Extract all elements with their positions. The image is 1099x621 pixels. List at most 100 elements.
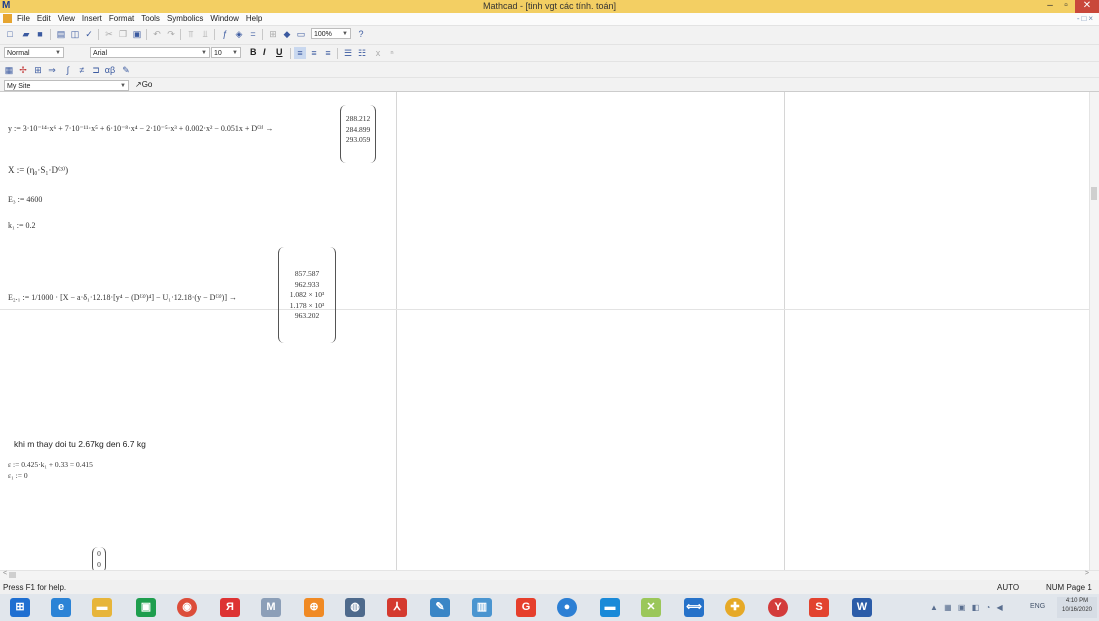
greek-icon[interactable]: αβ [104, 64, 116, 76]
scroll-thumb[interactable] [1091, 187, 1097, 200]
align-bottom-icon[interactable]: ⫫ [199, 28, 211, 40]
paste-icon[interactable]: ▣ [131, 28, 143, 40]
system-tray-icons[interactable]: ▲ ▦ ▣ ◧ ◔ ◀ [930, 603, 1005, 612]
menu-window[interactable]: Window [210, 14, 238, 23]
x-definition[interactable]: X := (η₀·S₁·D⁽³⁾) [8, 165, 68, 176]
copy-icon[interactable]: ❐ [117, 28, 129, 40]
zoom-select[interactable]: 100% ▼ [311, 28, 351, 39]
horizontal-scrollbar[interactable]: < > [0, 570, 1099, 580]
align-top-icon[interactable]: ⫪ [185, 28, 197, 40]
app-icon[interactable]: ◍ [345, 598, 365, 617]
numbered-list-icon[interactable]: ☷ [356, 47, 368, 59]
g-app-icon[interactable]: G [516, 598, 536, 617]
programming-icon[interactable]: ⊐ [90, 64, 102, 76]
menu-help[interactable]: Help [246, 14, 262, 23]
vector-cell: 963.202 [294, 311, 320, 320]
new-document-icon[interactable]: □ [4, 28, 16, 40]
scroll-right-icon[interactable]: > [1085, 570, 1089, 577]
vertical-scrollbar[interactable] [1089, 92, 1099, 571]
coccoc-icon[interactable]: Y [768, 598, 788, 617]
underline-button[interactable]: U [276, 47, 283, 57]
boolean-icon[interactable]: ≠ [76, 64, 88, 76]
epsilon-equation[interactable]: ε := 0.425·k₁ + 0.33 = 0.415 [8, 460, 93, 469]
align-right-icon[interactable]: ≡ [322, 47, 334, 59]
calculus-icon[interactable]: ∫ [62, 64, 74, 76]
matrix-icon[interactable]: ⊞ [32, 64, 44, 76]
print-preview-icon[interactable]: ◫ [69, 28, 81, 40]
save-icon[interactable]: ■ [34, 28, 46, 40]
scroll-thumb[interactable] [9, 572, 16, 578]
video-call-icon[interactable]: ▬ [600, 598, 620, 617]
align-center-icon[interactable]: ≡ [308, 47, 320, 59]
font-select[interactable]: Arial ▼ [90, 47, 210, 58]
document-icon[interactable]: ▥ [472, 598, 492, 617]
italic-button[interactable]: I [263, 47, 266, 57]
math-toolbar: ▦ ✢ ⊞ ⇒ ∫ ≠ ⊐ αβ ✎ [0, 61, 1099, 77]
scroll-left-icon[interactable]: < [3, 570, 7, 577]
s-app-icon[interactable]: S [809, 598, 829, 617]
internet-explorer-icon[interactable]: e [51, 598, 71, 617]
y-equation[interactable]: y := 3·10⁻¹⁴·x⁶ + 7·10⁻¹¹·x⁵ + 6·10⁻⁸·x⁴… [8, 124, 274, 133]
document-icon[interactable] [3, 14, 12, 23]
menu-file[interactable]: File [17, 14, 30, 23]
text-region-note[interactable]: khi m thay doi tu 2.67kg den 6.7 kg [14, 439, 146, 449]
menu-tools[interactable]: Tools [141, 14, 160, 23]
start-icon[interactable]: ⊞ [10, 598, 30, 617]
app-icon[interactable]: ● [557, 598, 577, 617]
app-icon[interactable]: ⊕ [304, 598, 324, 617]
menu-format[interactable]: Format [109, 14, 134, 23]
close-button[interactable]: ✕ [1075, 0, 1099, 13]
evaluation-icon[interactable]: ⇒ [46, 64, 58, 76]
menu-insert[interactable]: Insert [82, 14, 102, 23]
font-size-select[interactable]: 10 ▼ [211, 47, 241, 58]
insert-function-icon[interactable]: ƒ [219, 28, 231, 40]
calculator-icon[interactable]: ▦ [3, 64, 15, 76]
align-left-icon[interactable]: ≡ [294, 47, 306, 59]
site-select[interactable]: My Site ▼ [4, 80, 129, 91]
resource-center-icon[interactable]: ▭ [295, 28, 307, 40]
store-icon[interactable]: ▣ [136, 598, 156, 617]
mathcad-icon[interactable]: M [261, 598, 281, 617]
cut-icon[interactable]: ✂ [103, 28, 115, 40]
insert-hyperlink-icon[interactable]: ⊞ [267, 28, 279, 40]
maximize-button[interactable]: ▫ [1057, 0, 1075, 13]
style-select[interactable]: Normal ▼ [4, 47, 64, 58]
clock[interactable]: 4:10 PM 10/16/2020 [1057, 597, 1097, 618]
symbolic-icon[interactable]: ✎ [120, 64, 132, 76]
undo-icon[interactable]: ↶ [151, 28, 163, 40]
e3-definition[interactable]: E₃ := 4600 [8, 195, 42, 204]
redo-icon[interactable]: ↷ [165, 28, 177, 40]
graph-icon[interactable]: ✢ [17, 64, 29, 76]
menu-symbolics[interactable]: Symbolics [167, 14, 203, 23]
superscript-icon[interactable]: ⁿ [386, 47, 398, 59]
teamviewer-icon[interactable]: ⟺ [684, 598, 704, 617]
calculate-icon[interactable]: = [247, 28, 259, 40]
subscript-icon[interactable]: x [372, 47, 384, 59]
epsilon1-definition[interactable]: ε₁ := 0 [8, 471, 28, 480]
insert-component-icon[interactable]: ◆ [281, 28, 293, 40]
yandex-icon[interactable]: Я [220, 598, 240, 617]
chrome-icon[interactable]: ◉ [177, 598, 197, 617]
print-icon[interactable]: ▤ [55, 28, 67, 40]
e21-equation[interactable]: E₂.₁ := 1/1000 · [X − a·δ₁·12.18·[y⁴ − (… [8, 293, 237, 302]
help-icon[interactable]: ? [355, 28, 367, 40]
menu-edit[interactable]: Edit [37, 14, 51, 23]
app-icon[interactable]: ✚ [725, 598, 745, 617]
menu-view[interactable]: View [58, 14, 75, 23]
file-explorer-icon[interactable]: ▬ [92, 598, 112, 617]
k1-definition[interactable]: k₁ := 0.2 [8, 221, 36, 230]
worksheet[interactable]: y := 3·10⁻¹⁴·x⁶ + 7·10⁻¹¹·x⁵ + 6·10⁻⁸·x⁴… [0, 91, 1099, 571]
go-button[interactable]: ↗Go [135, 80, 152, 89]
bold-button[interactable]: B [250, 47, 257, 57]
open-folder-icon[interactable]: ▰ [20, 28, 32, 40]
spell-check-icon[interactable]: ✓ [83, 28, 95, 40]
insert-unit-icon[interactable]: ◈ [233, 28, 245, 40]
word-icon[interactable]: W [852, 598, 872, 617]
bullet-list-icon[interactable]: ☰ [342, 47, 354, 59]
acrobat-icon[interactable]: ⅄ [387, 598, 407, 617]
language-indicator[interactable]: ENG [1030, 603, 1045, 610]
standard-toolbar: □ ▰ ■ ▤ ◫ ✓ ✂ ❐ ▣ ↶ ↷ ⫪ ⫫ ƒ ◈ = ⊞ ◆ ▭ 10… [0, 25, 1099, 44]
app-icon[interactable]: ✕ [641, 598, 661, 617]
paint-icon[interactable]: ✎ [430, 598, 450, 617]
document-window-controls[interactable]: -□× [1077, 14, 1095, 23]
